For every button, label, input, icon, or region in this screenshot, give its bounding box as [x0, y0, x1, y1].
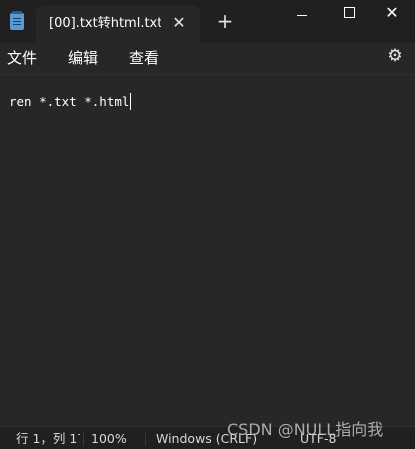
plus-icon[interactable]: +: [214, 10, 236, 32]
status-divider: [145, 433, 146, 446]
gear-icon[interactable]: ⚙: [384, 45, 406, 67]
cursor-position: 行 1，列 17: [16, 431, 80, 446]
maximize-icon: [344, 7, 355, 18]
zoom-level[interactable]: 100%: [91, 431, 137, 447]
status-divider: [83, 433, 84, 446]
tab-title: [00].txt转html.txt: [49, 16, 161, 31]
menu-view[interactable]: 查看: [129, 47, 159, 69]
menu-file[interactable]: 文件: [7, 47, 37, 69]
title-bar: [00].txt转html.txt ✕ + ✕: [0, 0, 415, 43]
menu-bar: 文件 编辑 查看 ⚙: [0, 43, 415, 74]
minimize-button[interactable]: [279, 0, 325, 32]
editor-line[interactable]: ren *.txt *.html: [9, 93, 132, 110]
close-button[interactable]: ✕: [369, 0, 415, 32]
watermark: CSDN @NULL指向我: [227, 420, 384, 439]
notepad-window: [00].txt转html.txt ✕ + ✕ 文件 编辑 查看 ⚙ ren *…: [0, 0, 415, 449]
text-caret: [130, 93, 132, 110]
text-editor[interactable]: ren *.txt *.html: [0, 74, 415, 425]
close-icon[interactable]: ✕: [170, 14, 188, 32]
close-icon: ✕: [385, 3, 399, 22]
menu-edit[interactable]: 编辑: [68, 47, 98, 69]
minimize-icon: [297, 15, 307, 16]
notepad-icon: [10, 11, 24, 30]
editor-content: ren *.txt *.html: [9, 94, 130, 109]
tab-file[interactable]: [00].txt转html.txt ✕: [36, 6, 200, 43]
maximize-button[interactable]: [325, 0, 371, 32]
